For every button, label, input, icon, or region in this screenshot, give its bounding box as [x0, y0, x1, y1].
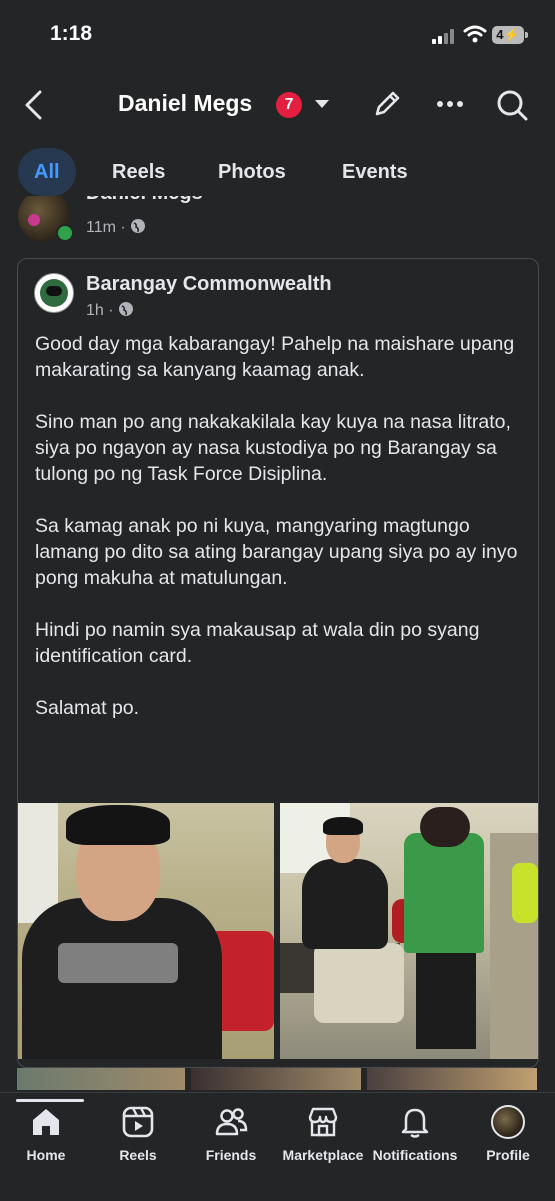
wifi-icon	[463, 25, 487, 43]
post-body: Good day mga kabarangay! Pahelp na maish…	[35, 331, 525, 747]
online-status-dot	[56, 224, 74, 242]
person-hair	[420, 807, 470, 847]
shared-post-meta: 1h ·	[86, 301, 134, 320]
status-bar: 1:18 4⚡	[0, 0, 555, 70]
next-photo-3[interactable]	[367, 1068, 537, 1090]
home-icon	[33, 1109, 59, 1135]
page-avatar[interactable]	[34, 273, 74, 313]
nav-label: Reels	[119, 1147, 157, 1163]
nav-profile[interactable]: Profile	[458, 1101, 555, 1171]
nav-marketplace[interactable]: Marketplace	[273, 1101, 373, 1171]
status-time: 1:18	[50, 22, 93, 45]
battery-level: 4	[496, 27, 504, 42]
page-title[interactable]: Daniel Megs	[118, 90, 252, 117]
shared-post-card[interactable]: Barangay Commonwealth 1h · Good day mga …	[17, 258, 539, 1068]
friends-icon	[215, 1108, 248, 1136]
header: Daniel Megs 7	[0, 80, 555, 130]
edit-icon[interactable]	[371, 88, 403, 120]
chevron-down-icon[interactable]	[314, 98, 330, 110]
battery-icon: 4⚡	[492, 26, 524, 44]
person-hair	[66, 805, 170, 845]
active-indicator	[16, 1099, 84, 1102]
globe-icon	[131, 219, 146, 233]
nav-home[interactable]: Home	[0, 1099, 96, 1171]
nav-reels[interactable]: Reels	[88, 1101, 188, 1171]
nav-notifications[interactable]: Notifications	[365, 1101, 465, 1171]
post-paragraph: Sino man po ang nakakakilala kay kuya na…	[35, 411, 511, 485]
shared-page-name[interactable]: Barangay Commonwealth	[86, 273, 332, 296]
post-paragraph: Good day mga kabarangay! Pahelp na maish…	[35, 333, 515, 381]
nav-label: Friends	[205, 1147, 257, 1163]
post-header: Daniel Megs 11m ·	[0, 196, 555, 248]
nav-label: Profile	[486, 1147, 530, 1163]
shared-post-timestamp: 1h ·	[86, 302, 114, 319]
back-arrow-icon[interactable]	[22, 89, 46, 121]
tab-all[interactable]: All	[18, 148, 76, 196]
nav-label: Home	[26, 1147, 66, 1163]
next-photo-2[interactable]	[191, 1068, 361, 1090]
nav-friends[interactable]: Friends	[181, 1101, 281, 1171]
signal-icon	[432, 28, 458, 44]
yellow-vest	[512, 863, 538, 923]
post-photo-2[interactable]	[280, 803, 538, 1059]
tab-photos[interactable]: Photos	[218, 148, 286, 196]
tab-events[interactable]: Events	[342, 148, 408, 196]
post-paragraph: Salamat po.	[35, 697, 140, 719]
person-hair	[323, 817, 363, 835]
nav-label: Notifications	[372, 1147, 458, 1163]
person-legs	[416, 953, 476, 1049]
bell-icon	[401, 1108, 429, 1138]
post-timestamp: 11m ·	[86, 219, 126, 236]
next-photo-1[interactable]	[17, 1068, 185, 1090]
tab-reels[interactable]: Reels	[112, 148, 165, 196]
profile-avatar	[491, 1105, 525, 1139]
person-pants	[314, 943, 404, 1023]
post-paragraph: Hindi po namin sya makausap at wala din …	[35, 619, 480, 667]
reels-icon	[122, 1106, 154, 1138]
post-meta: 11m ·	[86, 218, 146, 237]
bottom-nav: Home Reels Friends Marketplace Notificat…	[0, 1092, 555, 1201]
globe-icon	[119, 302, 134, 316]
more-options-icon[interactable]	[436, 94, 464, 114]
post-paragraph: Sa kamag anak po ni kuya, mangyaring mag…	[35, 515, 518, 589]
search-icon[interactable]	[495, 88, 529, 122]
shirt-print	[58, 943, 178, 983]
battery-cap	[525, 32, 528, 38]
post-photo-1[interactable]	[18, 803, 274, 1059]
post-author-name[interactable]: Daniel Megs	[86, 196, 203, 205]
nav-label: Marketplace	[282, 1147, 364, 1163]
vest-print	[418, 853, 468, 869]
marketplace-icon	[308, 1107, 338, 1137]
green-vest	[404, 833, 484, 953]
notification-badge: 7	[276, 92, 302, 118]
person-shirt	[302, 859, 388, 949]
